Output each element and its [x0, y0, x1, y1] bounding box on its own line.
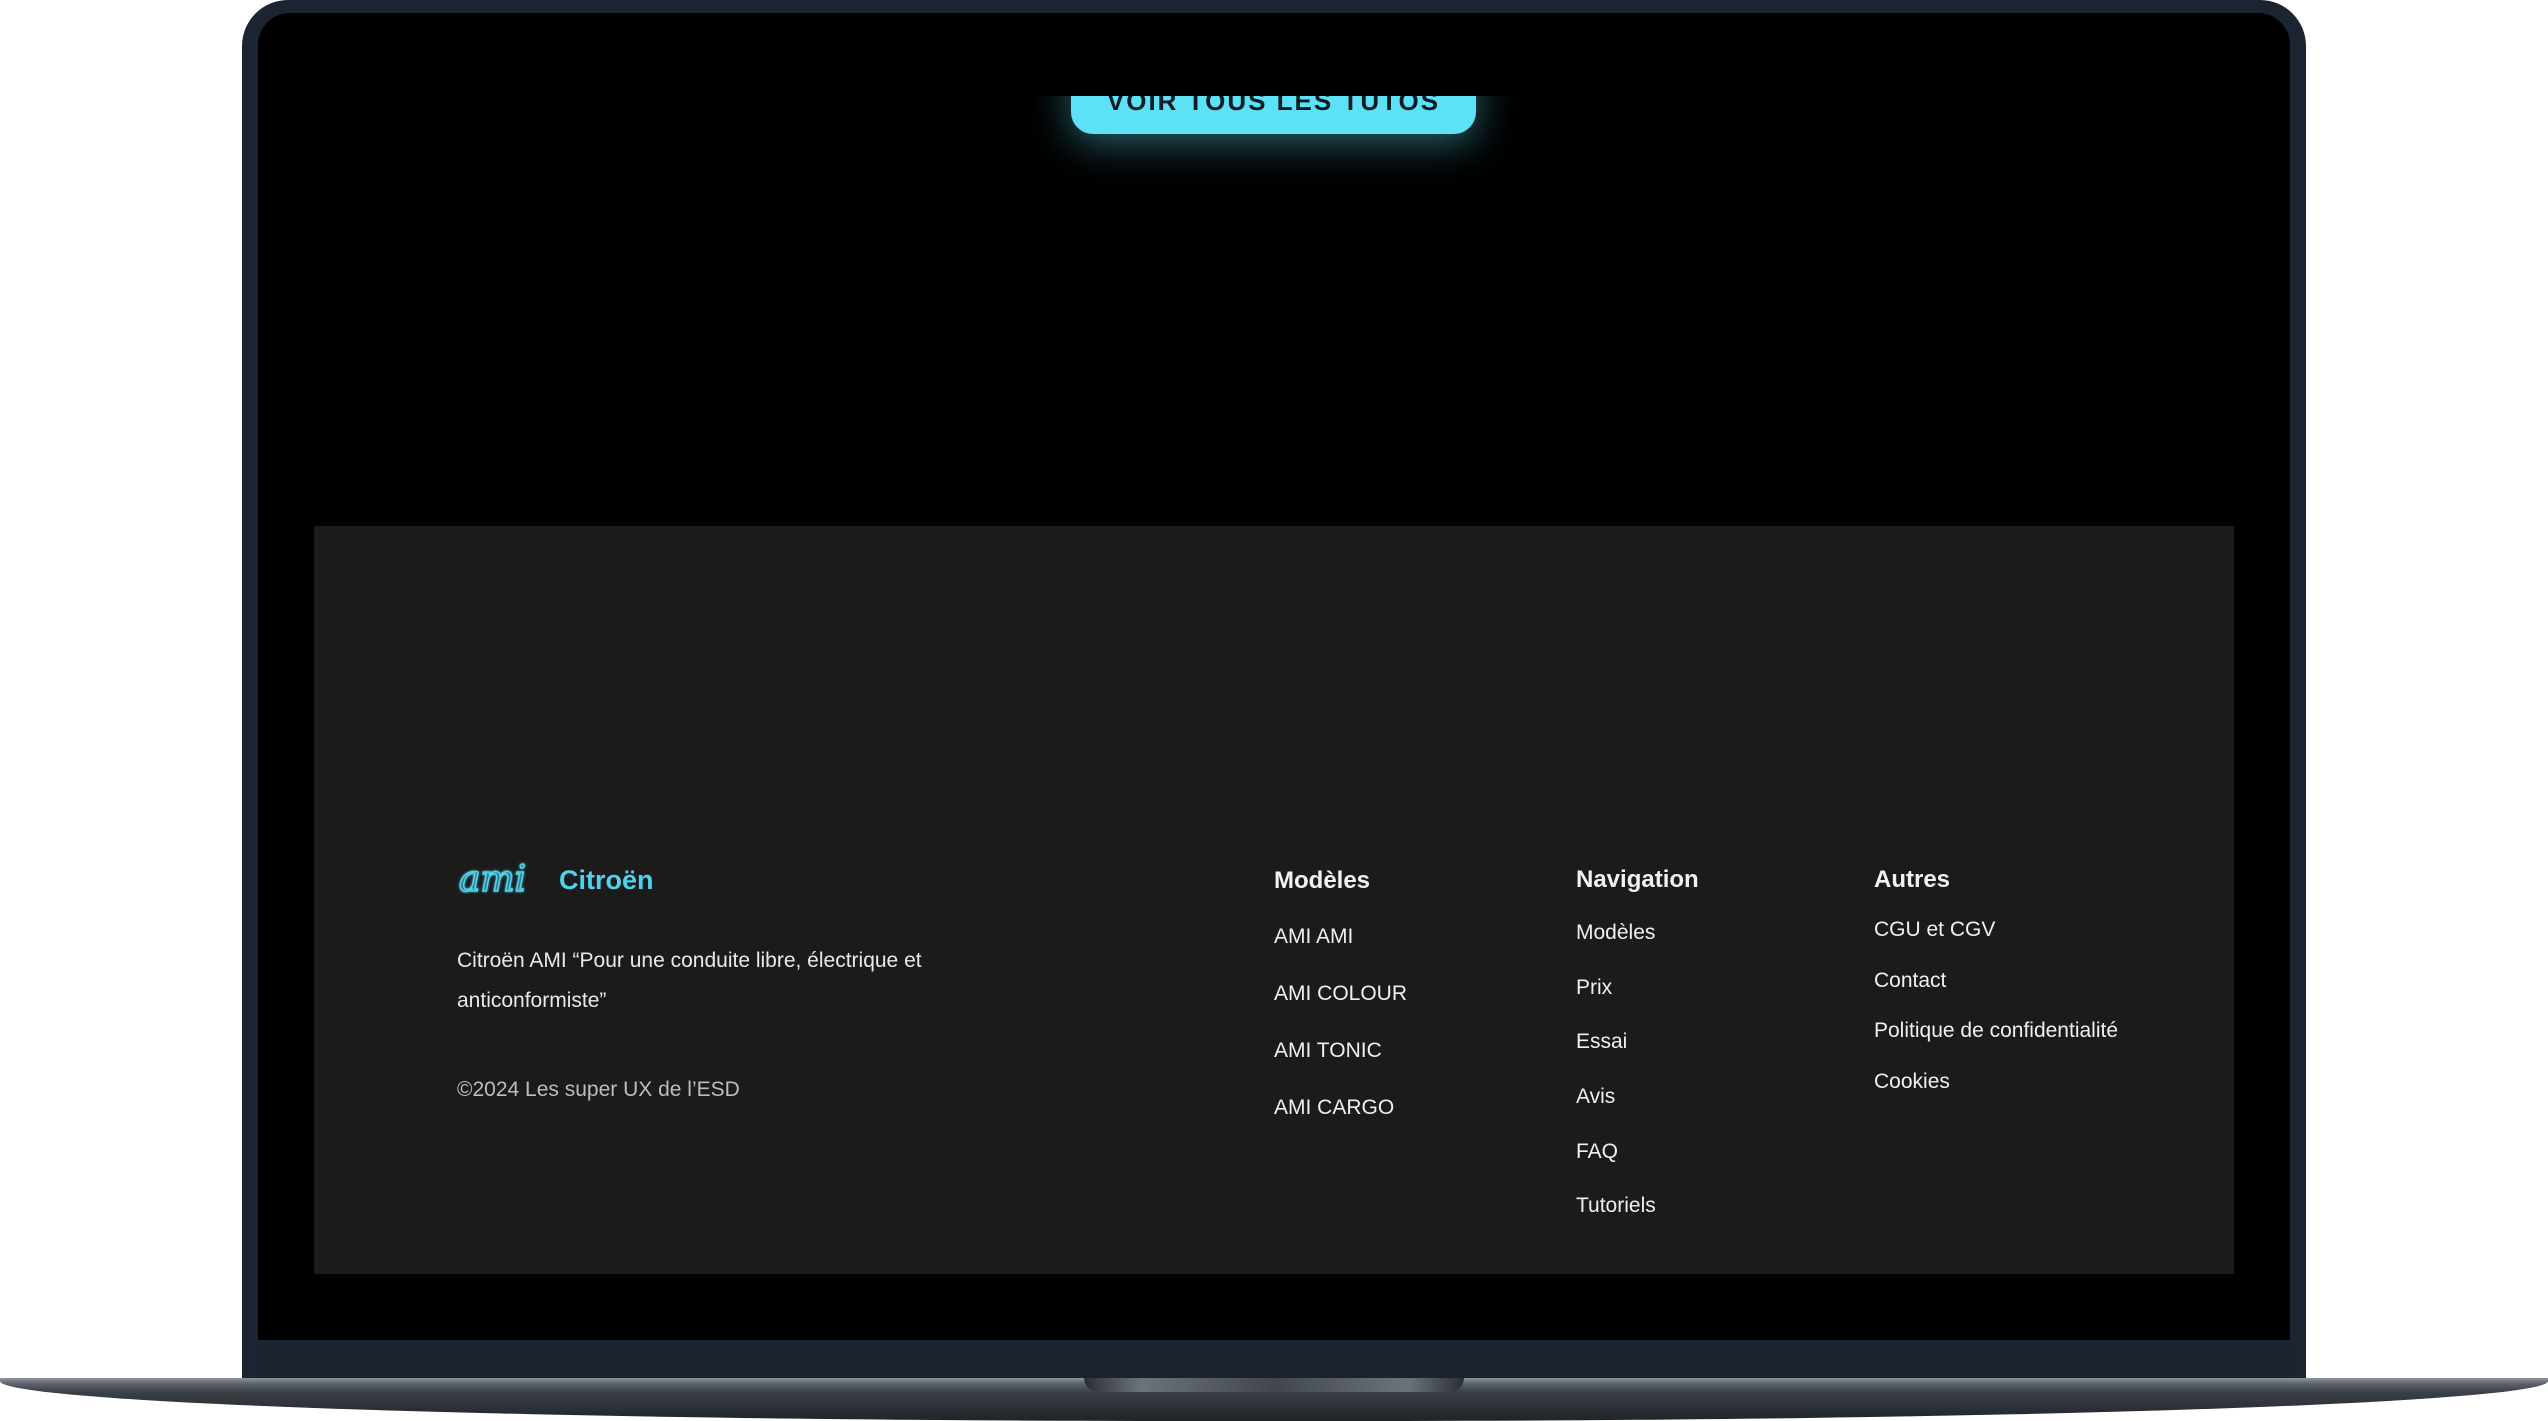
- cta-label: VOIR TOUS LES TUTOS: [1106, 96, 1441, 116]
- footer-link-contact[interactable]: Contact: [1874, 969, 2118, 1020]
- footer-link-privacy-policy[interactable]: Politique de confidentialité: [1874, 1019, 2118, 1070]
- footer-link-faq[interactable]: FAQ: [1576, 1140, 1699, 1195]
- brand-name: Citroën: [559, 864, 654, 895]
- footer-column-navigation: Navigation Modèles Prix Essai Avis FAQ T…: [1576, 866, 1699, 1249]
- copyright-text: ©2024 Les super UX de l’ESD: [457, 1078, 740, 1101]
- ami-script-logo-icon: ami: [458, 860, 527, 900]
- footer-link-models[interactable]: Modèles: [1576, 921, 1699, 976]
- footer-tagline: Citroën AMI “Pour une conduite libre, él…: [457, 949, 922, 1012]
- see-all-tutorials-button[interactable]: VOIR TOUS LES TUTOS: [1071, 96, 1476, 134]
- footer-column-models: Modèles AMI AMI AMI COLOUR AMI TONIC AMI…: [1274, 867, 1407, 1153]
- footer-link-ami-tonic[interactable]: AMI TONIC: [1274, 1039, 1407, 1096]
- site-footer: ami Citroën Citroën AMI “Pour une condui…: [314, 526, 2234, 1274]
- browser-viewport: VOIR TOUS LES TUTOS ami Citroën Citroën …: [314, 96, 2234, 1274]
- footer-column-other: Autres CGU et CGV Contact Politique de c…: [1874, 866, 2118, 1121]
- column-title-navigation: Navigation: [1576, 866, 1699, 893]
- footer-link-cookies[interactable]: Cookies: [1874, 1070, 2118, 1121]
- footer-link-reviews[interactable]: Avis: [1576, 1085, 1699, 1140]
- footer-link-ami-cargo[interactable]: AMI CARGO: [1274, 1096, 1407, 1153]
- footer-brand[interactable]: ami Citroën: [457, 856, 654, 904]
- footer-link-test-drive[interactable]: Essai: [1576, 1030, 1699, 1085]
- logo-wordmark: ami: [459, 860, 526, 900]
- footer-link-terms[interactable]: CGU et CGV: [1874, 918, 2118, 969]
- column-title-models: Modèles: [1274, 867, 1371, 894]
- footer-link-ami-ami[interactable]: AMI AMI: [1274, 925, 1407, 982]
- column-title-other: Autres: [1874, 866, 1951, 893]
- footer-link-ami-colour[interactable]: AMI COLOUR: [1274, 982, 1407, 1039]
- laptop-chin: [258, 1340, 2290, 1378]
- footer-link-price[interactable]: Prix: [1576, 976, 1699, 1031]
- laptop-notch: [1084, 1378, 1464, 1392]
- footer-link-tutorials[interactable]: Tutoriels: [1576, 1194, 1699, 1249]
